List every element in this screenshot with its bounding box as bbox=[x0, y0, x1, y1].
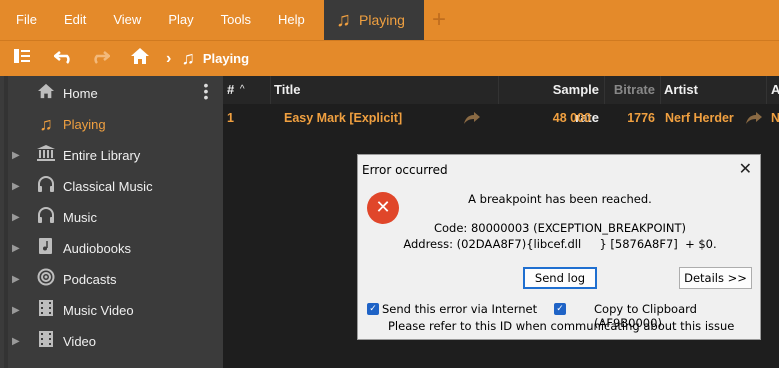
sidebar-item-classical-music[interactable]: ▶ Classical Music bbox=[0, 171, 223, 202]
music-note-icon: ♫ bbox=[336, 8, 351, 31]
track-artist: Nerf Herder bbox=[665, 111, 734, 125]
expand-arrow-icon[interactable]: ▶ bbox=[12, 181, 20, 192]
redo-icon[interactable] bbox=[82, 48, 118, 69]
plus-icon[interactable]: + bbox=[432, 4, 446, 36]
sidebar-item-label: Home bbox=[63, 86, 98, 101]
sidebar-item-home[interactable]: Home bbox=[0, 78, 223, 109]
menu-play[interactable]: Play bbox=[152, 0, 204, 40]
podcast-icon bbox=[36, 268, 56, 291]
send-log-button[interactable]: Send log bbox=[523, 267, 597, 289]
send-error-checkbox[interactable]: ✓ bbox=[367, 303, 379, 315]
error-address: Address: (02DAA8F7){libcef.dll } [5876A8… bbox=[403, 237, 717, 251]
sidebar-item-label: Entire Library bbox=[63, 148, 141, 163]
headphones-icon bbox=[36, 176, 56, 197]
column-separator[interactable] bbox=[766, 76, 767, 104]
expand-arrow-icon[interactable]: ▶ bbox=[12, 243, 20, 254]
sidebar-item-audiobooks[interactable]: ▶ Audiobooks bbox=[0, 233, 223, 264]
track-title: Easy Mark [Explicit] bbox=[284, 111, 403, 125]
track-overflow: N bbox=[771, 111, 779, 125]
dialog-note: Please refer to this ID when communicati… bbox=[388, 319, 735, 333]
sidebar: • • • Home ♫ Playing ▶ Entire Library ▶ Cl… bbox=[0, 76, 223, 368]
sidebar-item-music-video[interactable]: ▶ Music Video bbox=[0, 295, 223, 326]
column-header-number-label: # bbox=[227, 82, 235, 97]
share-arrow-icon[interactable] bbox=[745, 107, 763, 129]
headphones-icon bbox=[36, 207, 56, 228]
audiobook-icon bbox=[36, 237, 56, 260]
breadcrumb-playing[interactable]: Playing bbox=[203, 51, 249, 66]
expand-arrow-icon[interactable]: ▶ bbox=[12, 336, 20, 347]
track-sample-rate: 48 000 bbox=[552, 111, 591, 125]
dialog-title: Error occurred bbox=[362, 163, 448, 177]
column-header-overflow[interactable]: A bbox=[771, 76, 779, 104]
home-icon[interactable] bbox=[122, 47, 158, 70]
toolbar: › ♫ Playing bbox=[0, 40, 779, 76]
breadcrumb: › ♫ Playing bbox=[158, 48, 249, 69]
sidebar-item-label: Classical Music bbox=[63, 179, 153, 194]
sidebar-item-label: Playing bbox=[63, 117, 106, 132]
sidebar-item-entire-library[interactable]: ▶ Entire Library bbox=[0, 140, 223, 171]
expand-arrow-icon[interactable]: ▶ bbox=[12, 150, 20, 161]
copy-clipboard-checkbox[interactable]: ✓ bbox=[554, 303, 566, 315]
column-separator[interactable] bbox=[498, 76, 499, 104]
menu-help[interactable]: Help bbox=[262, 0, 316, 40]
sidebar-item-video[interactable]: ▶ Video bbox=[0, 326, 223, 357]
sidebar-item-playing[interactable]: ♫ Playing bbox=[0, 109, 223, 140]
share-arrow-icon[interactable] bbox=[463, 107, 481, 129]
sort-ascending-icon: ^ bbox=[239, 84, 245, 95]
expand-arrow-icon[interactable]: ▶ bbox=[12, 212, 20, 223]
error-dialog: Error occurred ✕ ✕ A breakpoint has been… bbox=[357, 154, 761, 340]
sidebar-item-label: Music bbox=[63, 210, 97, 225]
menu-file[interactable]: File bbox=[0, 0, 48, 40]
undo-icon[interactable] bbox=[46, 48, 82, 69]
menu-edit[interactable]: Edit bbox=[48, 0, 97, 40]
column-header-sample-rate[interactable]: Sample rate bbox=[527, 76, 599, 125]
details-button[interactable]: Details >> bbox=[679, 267, 752, 289]
column-header-number[interactable]: # ^ bbox=[227, 76, 245, 104]
column-header-bitrate[interactable]: Bitrate bbox=[609, 76, 655, 104]
tab-playing[interactable]: ♫ Playing bbox=[324, 0, 424, 40]
track-bitrate: 1776 bbox=[627, 111, 655, 125]
track-number: 1 bbox=[227, 111, 234, 125]
library-icon bbox=[36, 145, 56, 166]
menu-view[interactable]: View bbox=[97, 0, 152, 40]
send-error-label: Send this error via Internet bbox=[382, 302, 538, 316]
column-separator[interactable] bbox=[660, 76, 661, 104]
film-icon bbox=[36, 299, 56, 322]
expand-arrow-icon[interactable]: ▶ bbox=[12, 305, 20, 316]
film-icon bbox=[36, 330, 56, 353]
column-header-title[interactable]: Title bbox=[274, 76, 301, 104]
sidebar-item-label: Audiobooks bbox=[63, 241, 131, 256]
sidebar-toggle-icon[interactable] bbox=[4, 48, 40, 69]
home-icon bbox=[36, 83, 56, 104]
expand-arrow-icon[interactable]: ▶ bbox=[12, 274, 20, 285]
error-code: Code: 80000003 (EXCEPTION_BREAKPOINT) bbox=[433, 221, 687, 235]
music-note-icon: ♫ bbox=[39, 114, 53, 134]
sidebar-item-label: Podcasts bbox=[63, 272, 117, 287]
column-separator[interactable] bbox=[270, 76, 271, 104]
column-separator[interactable] bbox=[604, 76, 605, 104]
chevron-right-icon: › bbox=[166, 49, 172, 67]
sidebar-item-podcasts[interactable]: ▶ Podcasts bbox=[0, 264, 223, 295]
menu-tools[interactable]: Tools bbox=[205, 0, 262, 40]
error-message: A breakpoint has been reached. bbox=[468, 192, 652, 206]
sidebar-item-label: Video bbox=[63, 334, 97, 349]
close-icon[interactable]: ✕ bbox=[739, 159, 752, 178]
tab-playing-label: Playing bbox=[359, 12, 405, 28]
music-note-icon: ♫ bbox=[181, 48, 195, 68]
column-header-artist[interactable]: Artist bbox=[664, 76, 698, 104]
sidebar-item-label: Music Video bbox=[63, 303, 134, 318]
sidebar-item-music[interactable]: ▶ Music bbox=[0, 202, 223, 233]
